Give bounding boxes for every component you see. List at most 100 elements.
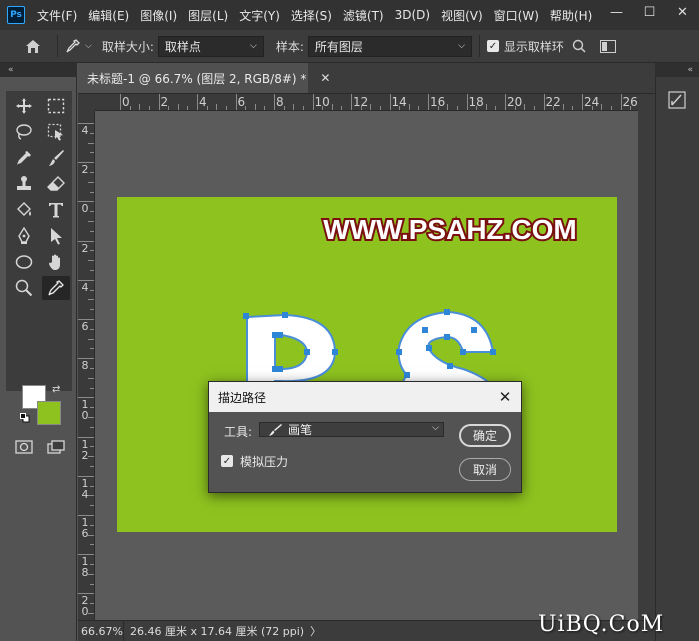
ruler-v-digit: 1 (81, 437, 89, 451)
marquee-tool-icon[interactable] (42, 94, 70, 118)
ruler-h-minor-tick (495, 106, 497, 110)
tool-select-value: 画笔 (288, 423, 313, 437)
zoom-tool-icon[interactable] (10, 276, 38, 300)
ruler-h-minor-tick (302, 106, 304, 110)
ruler-v-label: 10 (80, 399, 90, 421)
document-size: 26.46 厘米 x 17.64 厘米 (72 ppi) (130, 625, 305, 638)
ruler-v-minor-tick (90, 583, 94, 585)
ruler-v-tick (78, 279, 94, 281)
menu-window[interactable]: 窗口(W) (494, 7, 539, 24)
vertical-scrollbar[interactable] (638, 94, 655, 620)
zoom-field[interactable]: 66.67% (78, 620, 124, 641)
menu-type[interactable]: 文字(Y) (239, 7, 280, 24)
ruler-h-minor-tick (447, 104, 449, 110)
ruler-v-tick (78, 554, 94, 556)
menu-select[interactable]: 选择(S) (291, 7, 332, 24)
eyedropper-active-tool-icon[interactable] (42, 276, 70, 300)
eraser-tool-icon[interactable] (42, 172, 70, 196)
ruler-v-minor-tick (88, 181, 94, 183)
ruler-v-digit: 4 (81, 280, 89, 294)
quick-mask-icon[interactable] (15, 440, 33, 457)
cancel-button[interactable]: 取消 (459, 458, 511, 481)
ruler-v-digit: 2 (81, 163, 89, 177)
ruler-v-tick (78, 436, 94, 438)
ruler-h-minor-tick (485, 104, 487, 110)
ruler-v-label: 20 (80, 595, 90, 617)
ruler-v-minor-tick (90, 270, 94, 271)
panel-collapse[interactable]: « (655, 63, 699, 77)
horizontal-ruler[interactable]: 0 2 4 6 8 10 12 14 16 18 20 22 24 26 (95, 94, 638, 111)
object-select-tool-icon[interactable] (42, 120, 70, 144)
maximize-button[interactable]: ☐ (633, 0, 666, 24)
stamp-tool-icon[interactable] (10, 172, 38, 196)
menu-edit[interactable]: 编辑(E) (88, 7, 129, 24)
ruler-v-label: 0 (80, 203, 90, 214)
toolbar-collapse[interactable]: « (0, 63, 77, 77)
sample-select[interactable]: 所有图层 ⌵ (307, 35, 472, 57)
type-tool-icon[interactable] (42, 198, 70, 222)
menu-file[interactable]: 文件(F) (37, 7, 77, 24)
dialog-close-icon[interactable]: ✕ (495, 387, 515, 407)
options-bar: ⌵ 取样大小: 取样点 ⌵ 样本: 所有图层 ⌵ ✓ 显示取样环 (0, 30, 699, 63)
ruler-v-digit: 2 (81, 448, 89, 462)
dialog-titlebar[interactable]: 描边路径 ✕ (209, 382, 521, 412)
screen-mode-icon[interactable] (47, 440, 65, 457)
workspace-icon[interactable] (599, 39, 616, 53)
menu-view[interactable]: 视图(V) (441, 7, 483, 24)
close-button[interactable]: ✕ (666, 0, 699, 24)
ruler-v-minor-tick (90, 172, 94, 173)
path-select-tool-icon[interactable] (42, 224, 70, 248)
show-ring-checkbox[interactable]: ✓ (486, 40, 499, 52)
tool-select[interactable]: 画笔 ⌵ (259, 422, 444, 437)
menu-filter[interactable]: 滤镜(T) (343, 7, 384, 24)
document-tab-title: 未标题-1 @ 66.7% (图层 2, RGB/8#) * (87, 71, 307, 86)
search-icon[interactable] (572, 39, 586, 53)
ruler-v-digit: 8 (81, 566, 89, 580)
ruler-v-label: 12 (80, 439, 90, 461)
ruler-h-minor-tick (456, 106, 458, 110)
ok-button[interactable]: 确定 (459, 424, 511, 447)
move-tool-icon[interactable] (10, 94, 38, 118)
ruler-h-minor-tick (322, 106, 324, 110)
ellipse-tool-icon[interactable] (10, 250, 38, 274)
close-tab-icon[interactable]: ✕ (320, 71, 330, 85)
ruler-h-minor-tick (437, 106, 439, 110)
ruler-h-minor-tick (514, 106, 516, 110)
ruler-h-minor-tick (148, 106, 150, 110)
eyedropper-preset-icon[interactable]: ⌵ (65, 38, 92, 54)
properties-panel-icon[interactable] (666, 89, 688, 111)
ruler-v-minor-tick (88, 260, 94, 262)
menu-help[interactable]: 帮助(H) (550, 7, 592, 24)
menu-layer[interactable]: 图层(L) (188, 7, 228, 24)
ruler-v-minor-tick (90, 132, 94, 134)
home-icon[interactable] (21, 35, 45, 57)
ruler-h-tick (197, 94, 198, 110)
minimize-button[interactable]: — (600, 0, 633, 24)
menu-image[interactable]: 图像(I) (140, 7, 177, 24)
document-tab[interactable]: 未标题-1 @ 66.7% (图层 2, RGB/8#) * ✕ (78, 63, 330, 93)
vertical-ruler[interactable]: 4202468101214161820 (78, 111, 95, 620)
pen-tool-icon[interactable] (10, 224, 38, 248)
ruler-h-tick (235, 94, 237, 110)
ruler-v-minor-tick (88, 299, 94, 301)
swap-colors-icon[interactable]: ⇄ (52, 384, 60, 395)
menu-3d[interactable]: 3D(D) (395, 8, 430, 22)
photoshop-logo[interactable]: Ps (7, 6, 25, 24)
ruler-v-tick (78, 240, 94, 242)
simulate-pressure-checkbox[interactable]: ✓ (221, 455, 233, 467)
hand-tool-icon[interactable] (42, 250, 70, 274)
ruler-h-minor-tick (245, 106, 247, 110)
sample-size-select[interactable]: 取样点 ⌵ (157, 35, 264, 57)
brush-tool-icon[interactable] (42, 146, 70, 170)
ruler-v-label: 8 (80, 360, 90, 371)
eyedropper-tool-icon[interactable] (10, 146, 38, 170)
ruler-h-minor-tick (331, 104, 333, 110)
ruler-v-label: 2 (80, 243, 90, 254)
ruler-h-tick (274, 94, 275, 110)
separator (478, 35, 480, 57)
status-more-icon[interactable]: 〉 (310, 623, 321, 639)
background-color-swatch[interactable] (37, 401, 61, 425)
lasso-tool-icon[interactable] (10, 120, 38, 144)
default-colors-icon[interactable] (20, 412, 30, 426)
paint-bucket-tool-icon[interactable] (10, 198, 38, 222)
